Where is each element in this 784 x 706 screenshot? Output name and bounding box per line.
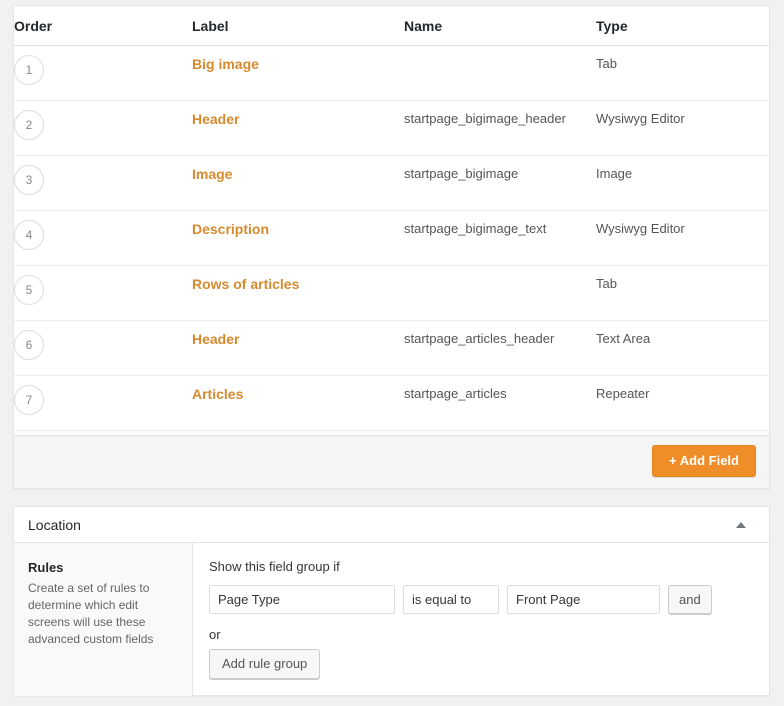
table-row[interactable]: 4 Description startpage_bigimage_text Wysiw… (14, 210, 769, 266)
cell-type: Wysiwyg Editor (596, 100, 769, 156)
cell-name (404, 45, 596, 101)
field-label-link[interactable]: Big image (192, 56, 259, 72)
field-type-text: Tab (596, 56, 617, 71)
cell-type: Tab (596, 45, 769, 101)
triangle-up-icon (736, 522, 746, 528)
table-row[interactable]: 6 Header startpage_articles_header Text Are… (14, 320, 769, 376)
column-header-type: Type (596, 6, 769, 46)
cell-order: 7 (14, 375, 192, 431)
fields-table-header-row: Order Label Name Type (14, 6, 769, 46)
cell-label: Description (192, 210, 404, 266)
field-name-text: startpage_bigimage_text (404, 221, 547, 236)
location-panel-header: Location (14, 507, 769, 543)
location-panel-body: Rules Create a set of rules to determine… (14, 543, 769, 696)
field-type-text: Wysiwyg Editor (596, 221, 685, 236)
cell-name: startpage_articles_header (404, 320, 596, 376)
field-label-link[interactable]: Header (192, 111, 239, 127)
rules-intro-text: Show this field group if (209, 559, 340, 574)
field-name-text: startpage_bigimage_header (404, 111, 566, 126)
cell-name: startpage_bigimage_text (404, 210, 596, 266)
cell-order: 6 (14, 320, 192, 376)
location-panel: Location Rules Create a set of rules to … (13, 506, 770, 696)
location-panel-title: Location (28, 517, 81, 533)
column-header-label: Label (192, 6, 404, 46)
field-type-text: Repeater (596, 386, 650, 401)
column-header-order: Order (14, 6, 192, 46)
order-badge[interactable]: 3 (14, 165, 44, 195)
cell-name (404, 265, 596, 321)
cell-order: 1 (14, 45, 192, 101)
table-row[interactable]: 5 Rows of articles Tab (14, 265, 769, 321)
or-label: or (209, 627, 221, 642)
field-name-text: startpage_bigimage (404, 166, 519, 181)
fields-card-footer: + Add Field (14, 435, 769, 488)
cell-label: Articles (192, 375, 404, 431)
add-field-button[interactable]: + Add Field (652, 445, 756, 477)
table-row[interactable]: 1 Big image Tab (14, 45, 769, 101)
field-label-link[interactable]: Image (192, 166, 232, 182)
add-rule-group-button[interactable]: Add rule group (209, 649, 321, 679)
cell-label: Big image (192, 45, 404, 101)
rules-sidebar: Rules Create a set of rules to determine… (14, 543, 193, 696)
table-row[interactable]: 7 Articles startpage_articles Repeater (14, 375, 769, 431)
fields-table: Order Label Name Type 1 Big image Tab 2 Head… (14, 6, 769, 431)
fields-table-body: 1 Big image Tab 2 Header startpage_bigimage_h… (14, 45, 769, 431)
order-badge[interactable]: 2 (14, 110, 44, 140)
order-badge[interactable]: 7 (14, 385, 44, 415)
field-type-text: Image (596, 166, 633, 181)
rule-operator-select[interactable]: is equal to (403, 585, 499, 614)
field-label-link[interactable]: Articles (192, 386, 243, 402)
column-header-name: Name (404, 6, 596, 46)
rules-description: Create a set of rules to determine which… (28, 581, 154, 646)
field-label-link[interactable]: Header (192, 331, 239, 347)
cell-order: 4 (14, 210, 192, 266)
field-name-text: startpage_articles (404, 386, 507, 401)
cell-order: 2 (14, 100, 192, 156)
cell-name: startpage_bigimage (404, 155, 596, 211)
cell-label: Header (192, 100, 404, 156)
field-label-link[interactable]: Description (192, 221, 269, 237)
rule-param-select[interactable]: Page Type (209, 585, 395, 614)
table-row[interactable]: 2 Header startpage_bigimage_header Wysiwyg … (14, 100, 769, 156)
rule-value-select[interactable]: Front Page (507, 585, 660, 614)
panel-collapse-toggle[interactable] (723, 507, 759, 542)
cell-name: startpage_articles (404, 375, 596, 431)
order-badge[interactable]: 1 (14, 55, 44, 85)
field-type-text: Tab (596, 276, 617, 291)
rule-group-row: Page Type is equal to Front Page and (209, 585, 769, 614)
order-badge[interactable]: 6 (14, 330, 44, 360)
cell-order: 5 (14, 265, 192, 321)
cell-order: 3 (14, 155, 192, 211)
field-label-link[interactable]: Rows of articles (192, 276, 299, 292)
rules-main: Show this field group if Page Type is eq… (193, 543, 769, 696)
cell-label: Header (192, 320, 404, 376)
cell-type: Tab (596, 265, 769, 321)
rules-heading: Rules (28, 560, 64, 575)
table-row[interactable]: 3 Image startpage_bigimage Image (14, 155, 769, 211)
order-badge[interactable]: 5 (14, 275, 44, 305)
page-root: Order Label Name Type 1 Big image Tab 2 Head… (0, 0, 784, 706)
fields-table-head: Order Label Name Type (14, 6, 769, 46)
order-badge[interactable]: 4 (14, 220, 44, 250)
field-name-text: startpage_articles_header (404, 331, 555, 346)
cell-type: Text Area (596, 320, 769, 376)
field-type-text: Text Area (596, 331, 651, 346)
add-rule-and-button[interactable]: and (668, 585, 712, 614)
field-group-card: Order Label Name Type 1 Big image Tab 2 Head… (13, 5, 770, 489)
cell-type: Image (596, 155, 769, 211)
field-type-text: Wysiwyg Editor (596, 111, 685, 126)
cell-label: Image (192, 155, 404, 211)
cell-label: Rows of articles (192, 265, 404, 321)
cell-type: Repeater (596, 375, 769, 431)
cell-type: Wysiwyg Editor (596, 210, 769, 266)
cell-name: startpage_bigimage_header (404, 100, 596, 156)
